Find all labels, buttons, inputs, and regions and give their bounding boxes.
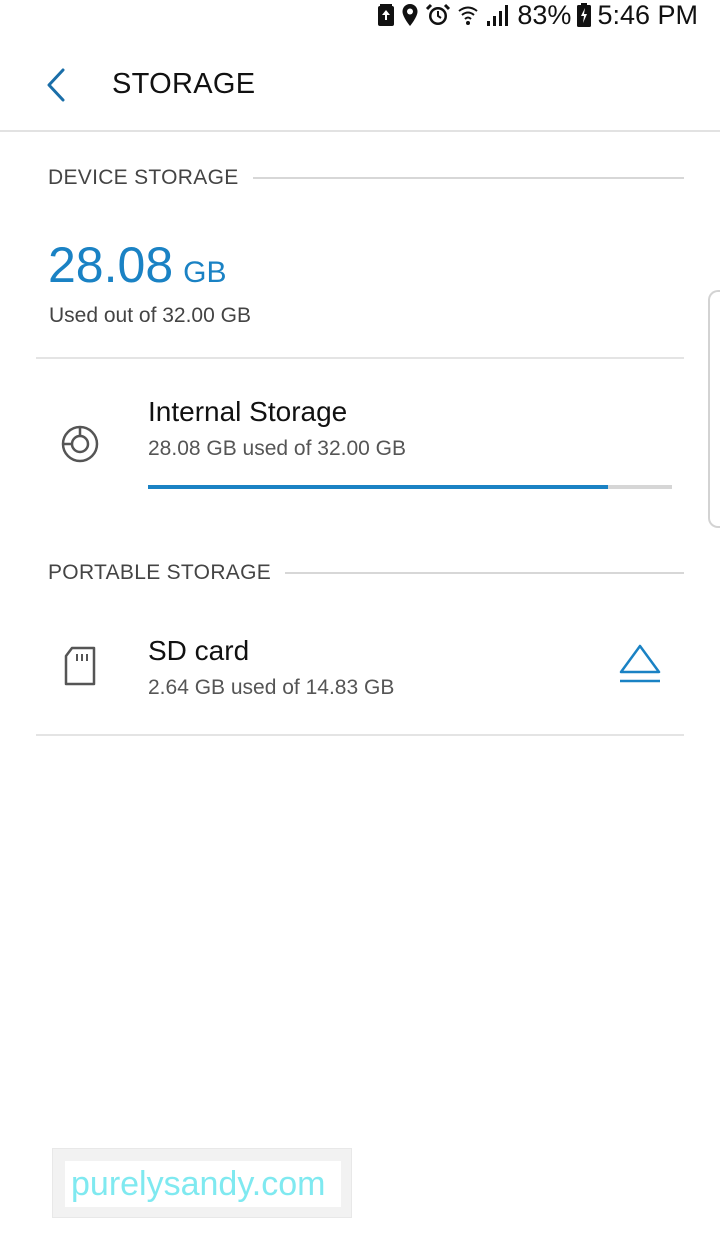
watermark: purelysandy.com (52, 1148, 352, 1218)
app-bar: STORAGE (0, 42, 720, 132)
eject-icon (618, 643, 662, 690)
wifi-icon (457, 3, 479, 27)
progress-fill (148, 485, 608, 489)
chevron-left-icon (45, 67, 67, 108)
internal-storage-subtitle: 28.08 GB used of 32.00 GB (148, 437, 407, 460)
device-storage-header: DEVICE STORAGE (48, 163, 684, 193)
portable-storage-label: PORTABLE STORAGE (48, 561, 272, 584)
battery-icon (577, 3, 592, 27)
battery-saver-icon (377, 4, 395, 26)
internal-storage-progress (148, 485, 672, 489)
section-divider (252, 177, 684, 179)
status-icons: 83% 5:46 PM (377, 0, 698, 30)
edge-panel-handle[interactable] (708, 290, 720, 528)
location-icon (401, 3, 419, 27)
status-bar: 83% 5:46 PM (0, 0, 720, 30)
storage-used-value: 28.08 (48, 237, 174, 293)
page-title: STORAGE (112, 68, 256, 100)
internal-storage-item[interactable]: Internal Storage 28.08 GB used of 32.00 … (0, 360, 720, 510)
device-storage-label: DEVICE STORAGE (48, 166, 239, 189)
storage-used-unit: GB (183, 256, 227, 289)
pie-chart-icon (60, 424, 100, 464)
eject-button[interactable] (612, 640, 668, 692)
sd-card-title: SD card (148, 635, 250, 666)
sd-card-item[interactable]: SD card 2.64 GB used of 14.83 GB (0, 610, 600, 732)
storage-used-summary: Used out of 32.00 GB (49, 304, 251, 327)
back-button[interactable] (36, 64, 76, 110)
sd-card-subtitle: 2.64 GB used of 14.83 GB (148, 676, 395, 699)
portable-storage-header: PORTABLE STORAGE (48, 558, 684, 588)
divider (36, 357, 684, 359)
watermark-inner: purelysandy.com (65, 1161, 341, 1207)
watermark-text: purelysandy.com (71, 1164, 326, 1203)
internal-storage-title: Internal Storage (148, 396, 348, 427)
divider (36, 734, 684, 736)
battery-percent: 83% (517, 0, 572, 30)
signal-icon (485, 3, 511, 27)
sd-card-icon (62, 646, 98, 686)
section-divider (285, 572, 684, 574)
clock: 5:46 PM (597, 0, 698, 30)
alarm-icon (425, 3, 451, 27)
storage-used-total: 28.08 GB (48, 236, 226, 294)
